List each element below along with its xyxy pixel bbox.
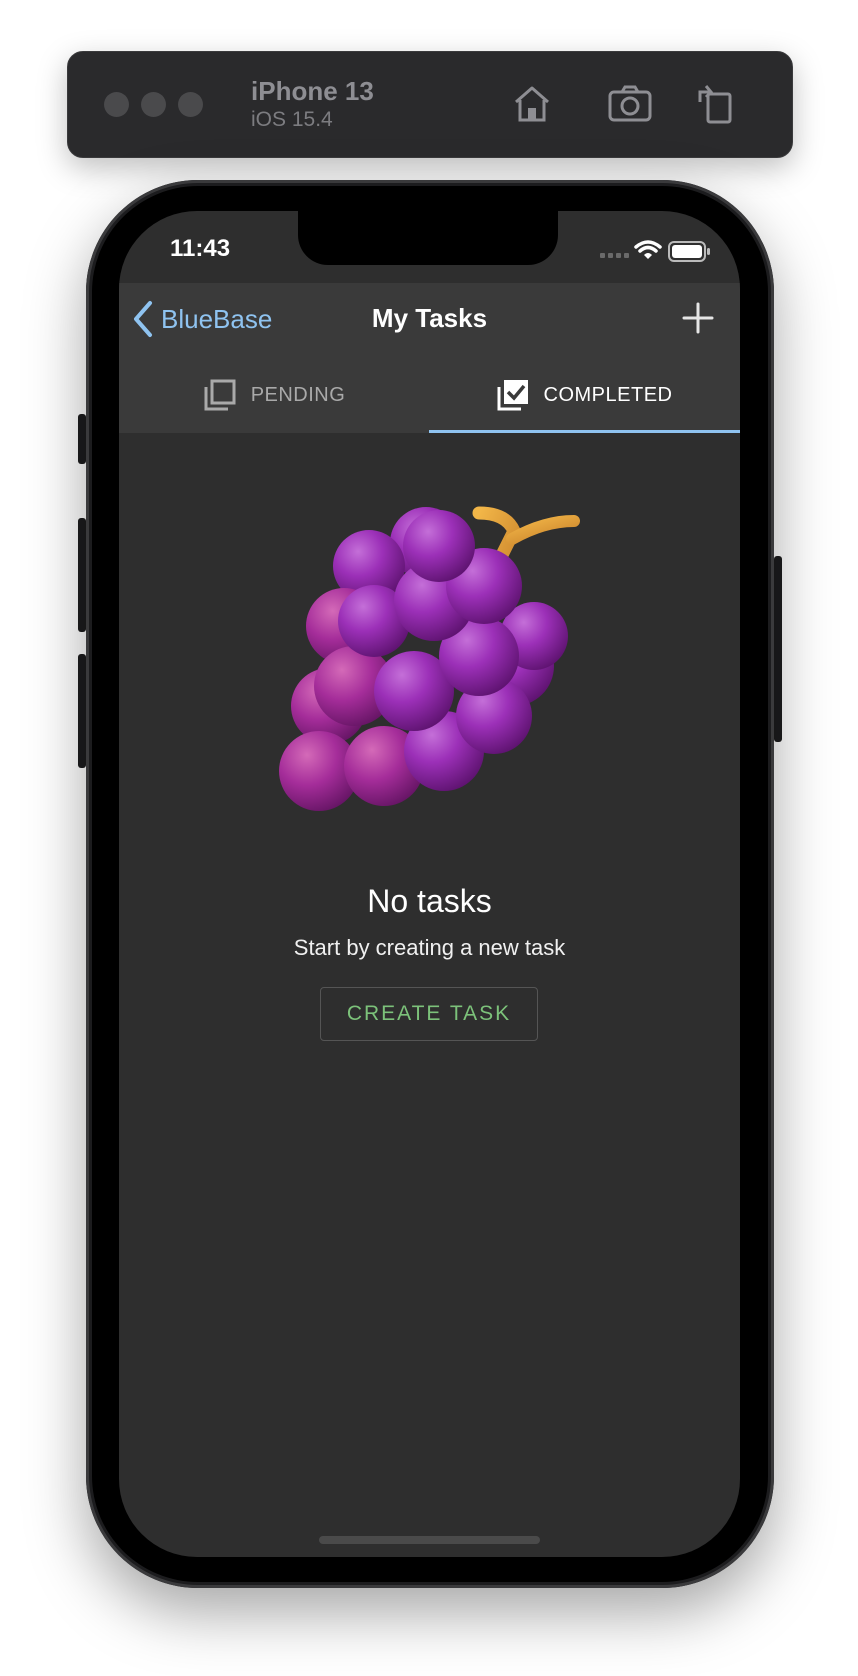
phone-screen: 11:43 BlueBase My Tasks PENDING COMPLETE…: [119, 211, 740, 1557]
window-minimize-dot[interactable]: [141, 92, 166, 117]
status-time: 11:43: [170, 235, 231, 262]
tab-completed[interactable]: COMPLETED: [429, 357, 739, 433]
volume-up-button: [78, 518, 86, 632]
rotate-icon[interactable]: [692, 80, 740, 128]
empty-state-subtitle: Start by creating a new task: [293, 935, 566, 960]
screenshot-icon[interactable]: [606, 80, 654, 128]
notch: [298, 211, 558, 265]
device-name: iPhone 13: [251, 76, 374, 106]
window-close-dot[interactable]: [104, 92, 129, 117]
tab-pending[interactable]: PENDING: [119, 357, 429, 433]
navigation-bar: BlueBase My Tasks: [119, 283, 740, 358]
home-icon[interactable]: [508, 80, 556, 128]
power-button: [774, 556, 782, 742]
page: iPhone 13 iOS 15.4 11:43 BlueBase My Tas…: [0, 0, 858, 1676]
signal-icon: [600, 253, 629, 258]
tab-completed-label: COMPLETED: [543, 383, 673, 406]
empty-state-title: No tasks: [367, 883, 492, 919]
grapes-icon: [279, 506, 580, 811]
tab-pending-label: PENDING: [250, 383, 346, 406]
simulator-toolbar: iPhone 13 iOS 15.4: [67, 51, 793, 158]
active-tab-indicator: [429, 430, 740, 433]
status-icons: [600, 237, 712, 272]
window-zoom-dot[interactable]: [178, 92, 203, 117]
battery-icon: [668, 241, 710, 262]
wifi-icon: [634, 240, 662, 259]
mute-switch: [78, 414, 86, 464]
volume-down-button: [78, 654, 86, 768]
tab-bar: PENDING COMPLETED: [119, 357, 740, 433]
checkbox-outline-icon: [204, 379, 236, 411]
page-title: My Tasks: [371, 303, 488, 333]
plus-icon[interactable]: [680, 300, 716, 336]
device-os-version: iOS 15.4: [251, 108, 333, 131]
create-task-button[interactable]: CREATE TASK: [320, 987, 538, 1041]
home-indicator[interactable]: [319, 1536, 540, 1544]
checkbox-checked-icon: [497, 380, 528, 411]
